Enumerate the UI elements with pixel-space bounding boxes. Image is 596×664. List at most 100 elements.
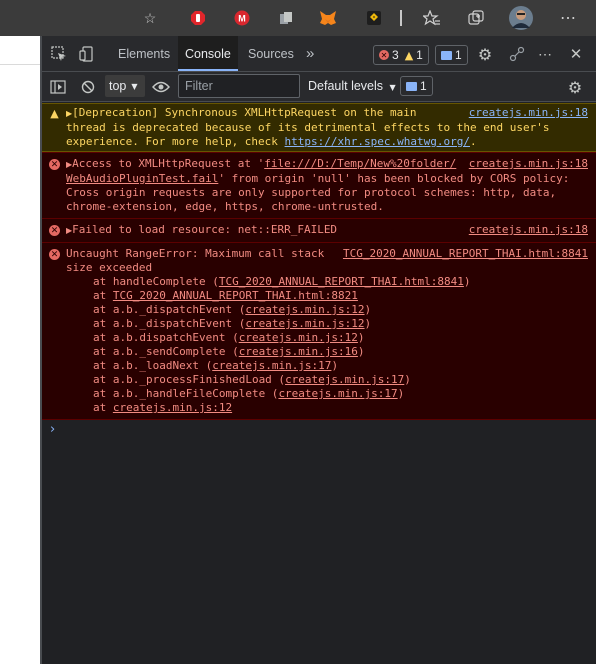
message-link[interactable]: https://xhr.spec.whatwg.org/ [285, 135, 470, 148]
clear-console-icon[interactable] [79, 78, 97, 96]
stack-frame: at createjs.min.js:12 [93, 401, 588, 415]
more-icon[interactable]: ⋯ [558, 8, 578, 28]
stack-frame: at a.b._processFinishedLoad (createjs.mi… [93, 373, 588, 387]
stack-trace: at handleComplete (TCG_2020_ANNUAL_REPOR… [66, 275, 588, 415]
live-expression-eye-icon[interactable] [151, 78, 171, 96]
tab-elements[interactable]: Elements [118, 36, 170, 72]
console-error-message: ✕ TCG_2020_ANNUAL_REPORT_THAI.html:8841 … [42, 242, 596, 419]
stack-frame-end: ) [404, 373, 411, 386]
stack-frame-link[interactable]: createjs.min.js:12 [245, 303, 364, 316]
console-error-message: ✕ createjs.min.js:18 ▶Failed to load res… [42, 218, 596, 242]
message-source-link[interactable]: createjs.min.js:18 [469, 223, 588, 237]
filter-input[interactable] [178, 74, 300, 98]
inspect-element-icon[interactable] [50, 45, 68, 63]
connections-icon[interactable] [508, 45, 526, 63]
error-icon: ✕ [49, 225, 60, 236]
message-source-link[interactable]: createjs.min.js:18 [469, 106, 588, 120]
issues-counter[interactable]: 1 [400, 76, 433, 96]
console-settings-gear-icon[interactable]: ⚙ [566, 78, 584, 97]
devtools-tabbar: Elements Console Sources » ✕ 3 ▲ 1 1 ⚙ ⋯… [42, 36, 596, 72]
message-text: Uncaught RangeError: Maximum call stack … [66, 247, 325, 274]
chevron-down-icon: ▼ [389, 83, 396, 92]
stack-frame: at a.b._handleFileComplete (createjs.min… [93, 387, 588, 401]
error-icon: ✕ [49, 159, 60, 170]
device-toolbar-icon[interactable] [78, 45, 96, 63]
stack-frame: at handleComplete (TCG_2020_ANNUAL_REPOR… [93, 275, 588, 289]
message-icon [441, 50, 452, 60]
message-count: 1 [455, 48, 462, 62]
message-text: Failed to load resource: net::ERR_FAILED [72, 223, 338, 236]
context-value: top [109, 79, 127, 93]
stack-frame-function: at a.b._loadNext ( [93, 359, 213, 372]
messages-counter[interactable]: 1 [435, 45, 468, 65]
message-source-link[interactable]: createjs.min.js:18 [469, 157, 588, 171]
favorites-icon[interactable] [422, 8, 442, 28]
more-tabs-button[interactable]: » [306, 36, 314, 72]
browser-toolbar: ☆ M ⋯ [0, 0, 596, 36]
context-select[interactable]: top ▼ [105, 75, 145, 97]
warning-icon: ▲ [50, 106, 59, 120]
settings-gear-icon[interactable]: ⚙ [476, 45, 494, 64]
message-text: Access to XMLHttpRequest at ' [72, 157, 265, 170]
stack-frame-link[interactable]: TCG_2020_ANNUAL_REPORT_THAI.html:8821 [113, 289, 358, 302]
error-warning-counter[interactable]: ✕ 3 ▲ 1 [373, 45, 429, 65]
warning-icon: ▲ [404, 48, 414, 62]
stack-frame-link[interactable]: createjs.min.js:16 [239, 345, 358, 358]
error-icon: ✕ [49, 249, 60, 260]
stack-frame-link[interactable]: createjs.min.js:17 [212, 359, 331, 372]
error-icon: ✕ [379, 50, 389, 60]
stack-frame-end: ) [397, 387, 405, 400]
console-toolbar: top ▼ Default levels ▼ 1 ⚙ [42, 72, 596, 102]
stack-frame-end: ) [364, 317, 372, 330]
stack-frame-function: at a.b._dispatchEvent ( [93, 303, 246, 316]
stack-frame-function: at [93, 289, 113, 302]
stack-frame-function: at a.b.dispatchEvent ( [93, 331, 239, 344]
stack-frame: at a.b._dispatchEvent (createjs.min.js:1… [93, 317, 588, 331]
stack-frame-link[interactable]: createjs.min.js:17 [278, 387, 397, 400]
mega-extension-icon[interactable]: M [232, 8, 252, 28]
stack-frame-link[interactable]: createjs.min.js:12 [239, 331, 358, 344]
stack-frame-end: ) [364, 303, 372, 316]
show-sidebar-icon[interactable] [49, 78, 67, 96]
customize-more-icon[interactable]: ⋯ [536, 45, 554, 63]
stack-frame: at a.b._loadNext (createjs.min.js:17) [93, 359, 588, 373]
metamask-extension-icon[interactable] [318, 8, 338, 28]
stack-frame-link[interactable]: createjs.min.js:12 [245, 317, 364, 330]
stack-frame-link[interactable]: TCG_2020_ANNUAL_REPORT_THAI.html:8841 [219, 275, 464, 288]
stack-frame-function: at a.b._sendComplete ( [93, 345, 239, 358]
tab-console[interactable]: Console [178, 36, 238, 71]
tab-sources[interactable]: Sources [248, 36, 294, 72]
message-text-suffix: . [469, 135, 477, 148]
stack-frame: at a.b.dispatchEvent (createjs.min.js:12… [93, 331, 588, 345]
stack-frame-function: at a.b._handleFileComplete ( [93, 387, 279, 400]
stack-frame-function: at [93, 401, 113, 414]
page-content-strip [0, 36, 40, 664]
log-levels-label: Default levels [308, 79, 384, 93]
stack-frame-function: at a.b._dispatchEvent ( [93, 317, 246, 330]
chevron-down-icon: ▼ [131, 81, 138, 91]
console-messages: ▲ createjs.min.js:18 ▶[Deprecation] Sync… [42, 103, 596, 441]
console-prompt[interactable]: › [42, 419, 596, 441]
error-count: 3 [392, 48, 399, 62]
message-source-link[interactable]: TCG_2020_ANNUAL_REPORT_THAI.html:8841 [343, 247, 588, 261]
collections-icon[interactable] [466, 8, 486, 28]
stack-frame-link[interactable]: createjs.min.js:12 [113, 401, 232, 414]
issues-count: 1 [420, 79, 427, 93]
adblock-extension-icon[interactable] [188, 8, 208, 28]
warning-count: 1 [416, 48, 423, 62]
stack-frame: at a.b._sendComplete (createjs.min.js:16… [93, 345, 588, 359]
profile-avatar[interactable] [509, 6, 533, 30]
close-devtools-button[interactable]: ✕ [567, 45, 585, 63]
stack-frame-link[interactable]: createjs.min.js:17 [285, 373, 404, 386]
issues-icon [406, 81, 417, 91]
collections-extension-icon[interactable] [276, 8, 296, 28]
stack-frame-end: ) [331, 359, 339, 372]
binance-extension-icon[interactable] [364, 8, 384, 28]
add-favorite-icon[interactable]: ☆ [140, 8, 160, 28]
console-error-message: ✕ createjs.min.js:18 ▶Access to XMLHttpR… [42, 152, 596, 218]
log-levels-dropdown[interactable]: Default levels ▼ [308, 79, 396, 93]
stack-frame: at a.b._dispatchEvent (createjs.min.js:1… [93, 303, 588, 317]
console-warning-message: ▲ createjs.min.js:18 ▶[Deprecation] Sync… [42, 103, 596, 152]
stack-frame-function: at a.b._processFinishedLoad ( [93, 373, 286, 386]
devtools-panel: Elements Console Sources » ✕ 3 ▲ 1 1 ⚙ ⋯… [42, 36, 596, 664]
